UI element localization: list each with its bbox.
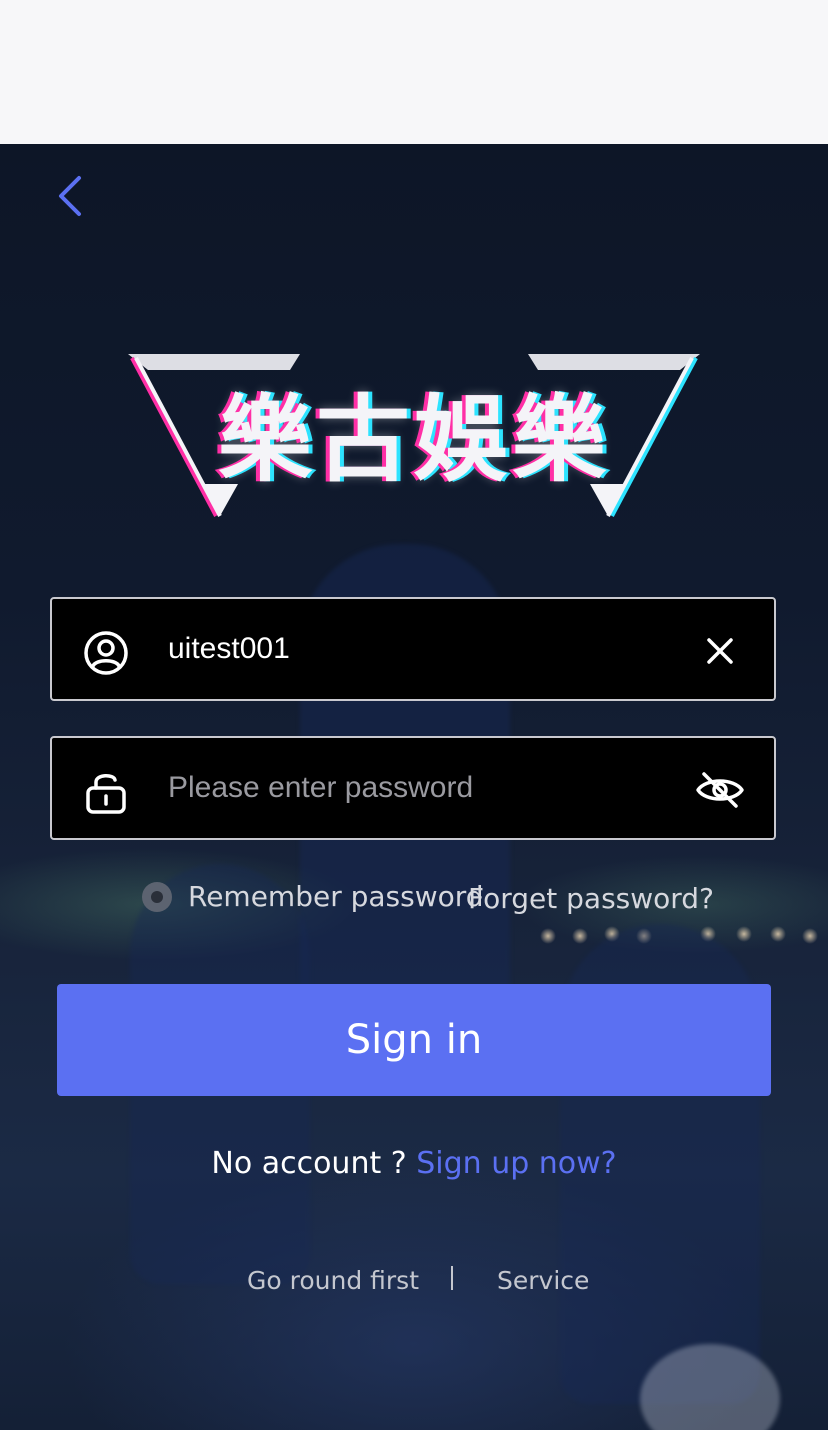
sign-up-link[interactable]: Sign up now? bbox=[416, 1146, 616, 1181]
lock-icon bbox=[82, 768, 130, 816]
sign-in-button[interactable]: Sign in bbox=[57, 984, 771, 1096]
login-options-row: Remember password Forget password? bbox=[0, 874, 828, 922]
no-account-text: No account ? bbox=[211, 1146, 417, 1181]
logo-text: 樂古娛樂 bbox=[217, 386, 610, 495]
clear-input-button[interactable] bbox=[694, 627, 746, 675]
status-bar-area bbox=[0, 0, 828, 144]
eye-off-icon bbox=[696, 772, 744, 808]
login-page: 樂古娛樂 uitest001 Remember password Forget … bbox=[0, 0, 828, 1430]
password-field[interactable] bbox=[50, 736, 776, 840]
close-icon bbox=[707, 638, 733, 664]
remember-password-label: Remember password bbox=[188, 880, 484, 913]
back-button[interactable] bbox=[48, 168, 92, 224]
footer-links: Go round first Service bbox=[0, 1262, 828, 1302]
service-link[interactable]: Service bbox=[497, 1266, 589, 1295]
toggle-password-visibility[interactable] bbox=[694, 766, 746, 814]
signup-prompt: No account ? Sign up now? bbox=[0, 1146, 828, 1181]
brand-logo: 樂古娛樂 bbox=[120, 344, 708, 524]
username-input[interactable] bbox=[168, 621, 668, 677]
user-circle-icon bbox=[82, 629, 130, 677]
chevron-left-icon bbox=[59, 176, 81, 216]
footer-divider bbox=[451, 1266, 453, 1290]
username-field[interactable] bbox=[50, 597, 776, 701]
remember-radio[interactable] bbox=[142, 881, 172, 912]
go-round-first-link[interactable]: Go round first bbox=[247, 1266, 419, 1295]
remember-password-toggle[interactable]: Remember password bbox=[142, 880, 484, 913]
forget-password-link[interactable]: Forget password? bbox=[468, 882, 714, 915]
password-input[interactable] bbox=[168, 760, 668, 816]
